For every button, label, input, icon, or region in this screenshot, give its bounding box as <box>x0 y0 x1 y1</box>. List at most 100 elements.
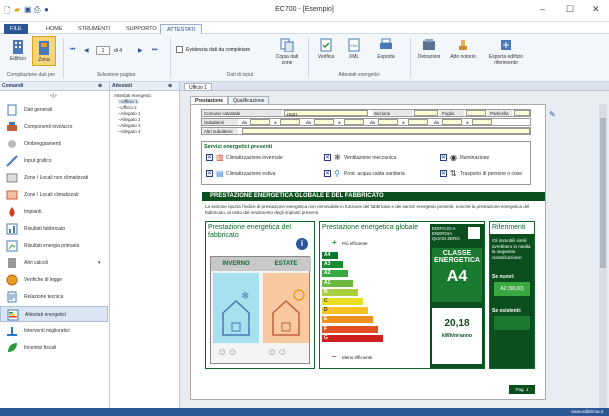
components-icon <box>7 122 17 131</box>
last-page-icon[interactable]: ⏭ <box>152 47 157 54</box>
chevron-down-icon: ▾ <box>98 260 101 266</box>
vertical-scrollbar[interactable] <box>599 104 607 408</box>
menu-attestati[interactable]: ATTESTATI <box>160 24 203 34</box>
stamp-icon <box>459 40 467 50</box>
page-number: Pag. 1 <box>509 385 535 394</box>
copia-dati-button[interactable]: Copia dati zone <box>272 38 302 66</box>
nav-zone-climatizzati[interactable]: Zone / Locali climatizzati <box>0 187 108 203</box>
comune-input[interactable]: H501 <box>284 110 368 117</box>
global-performance-box: Prestazione energetica globale + Più eff… <box>319 221 485 369</box>
energy-class-scale: A4 A3 A2 A1 B C D E F G <box>322 252 426 346</box>
info-icon[interactable]: i <box>296 238 308 250</box>
esporta-edificio-button[interactable]: Esporta edificio riferimento <box>484 38 528 66</box>
summer-house-icon <box>263 273 309 343</box>
tree-node-allegato-1[interactable]: –Allegato 1 <box>118 111 141 116</box>
servizio-checkbox-invernale[interactable]: ✕ <box>206 154 213 161</box>
subalterni-row: Subalterni da a da a da a da a <box>201 118 531 126</box>
nav-attestati[interactable]: Attestati energetici <box>0 306 108 322</box>
tree-header: Attestati ⊕ <box>110 82 179 91</box>
commands-header: Comandi ⊕ <box>0 82 109 91</box>
improvements-icon <box>7 327 17 336</box>
window-title: EC700 - [Esempio] <box>275 6 334 13</box>
first-page-icon[interactable]: ⏮ <box>70 47 75 54</box>
servizio-checkbox-ventilazione[interactable]: ✕ <box>324 154 331 161</box>
fan-icon: ❋ <box>334 153 341 162</box>
smiley-icon: ☺☺ <box>217 347 238 358</box>
tab-qualificazione[interactable]: Qualificazione <box>228 96 270 104</box>
calculator-icon <box>8 258 16 268</box>
esporta-button[interactable]: Esporta <box>372 38 400 60</box>
servizio-checkbox-acqua[interactable]: ✕ <box>324 170 331 177</box>
minimize-icon[interactable]: – <box>540 4 545 14</box>
tree-node-ufficio-1[interactable]: –Ufficio 1 <box>118 99 139 104</box>
menu-file[interactable]: FILE <box>4 24 28 34</box>
document-tab[interactable]: Ufficio 1 <box>184 83 212 91</box>
nav-relazione[interactable]: Relazione tecnica <box>0 289 108 305</box>
tree-node-allegato-4[interactable]: –Allegato 4 <box>118 129 141 134</box>
menu-home[interactable]: HOME <box>40 24 69 34</box>
nav-zone-non-climatizzati[interactable]: Zone / Locali non climatizzati <box>0 170 108 186</box>
edificio-button[interactable]: Edificio <box>6 38 30 62</box>
tab-prestazione[interactable]: Prestazione <box>190 96 229 104</box>
document-icon <box>7 104 17 116</box>
nav-impianti[interactable]: Impianti <box>0 204 108 220</box>
servizio-checkbox-estiva[interactable]: ✕ <box>206 170 213 177</box>
nav-interventi[interactable]: Interventi migliorativi <box>0 323 108 339</box>
energy-class-bar-b: B <box>322 288 358 296</box>
prev-page-icon[interactable]: ◀ <box>84 47 89 54</box>
nav-dati-generali[interactable]: Dati generali <box>0 102 108 118</box>
detrazioni-button[interactable]: Detrazioni <box>414 38 444 60</box>
scrollbar-thumb[interactable] <box>600 118 606 268</box>
energy-class-bar-f: F <box>322 325 378 333</box>
nav-ombreggiamenti[interactable]: Ombreggiamenti <box>0 136 108 152</box>
edit-icon[interactable]: ✎ <box>549 110 556 119</box>
tree-node-allegato-3[interactable]: –Allegato 3 <box>118 123 141 128</box>
sezione-input[interactable] <box>414 110 438 116</box>
tree-node-ufficio-2[interactable]: –Ufficio 2 <box>118 105 137 110</box>
foglio-input[interactable] <box>466 110 486 116</box>
section-description: La sezione riporta l'indice di prestazio… <box>205 204 530 215</box>
atto-notorio-button[interactable]: Atto notorio <box>448 38 478 60</box>
report-icon <box>7 291 17 303</box>
nav-risultati-energia[interactable]: Risultati energia primaria <box>0 238 108 254</box>
page-input[interactable]: 1 <box>96 46 110 55</box>
nav-risultati-fabbricato[interactable]: Risultati fabbricato <box>0 221 108 237</box>
close-icon[interactable]: ✕ <box>592 4 600 15</box>
energy-class-bar-e: E <box>322 316 373 324</box>
plus-icon: + <box>332 238 337 247</box>
evidenzia-checkbox[interactable] <box>176 46 183 53</box>
se-nuovi-value: A2 (58,00) <box>494 282 530 296</box>
particella-input[interactable] <box>514 110 530 116</box>
verifica-button[interactable]: Verifica <box>314 38 338 60</box>
pin-icon[interactable]: ⊕ <box>168 82 172 91</box>
tree-root[interactable]: Attestati energetici <box>114 93 151 98</box>
copy-icon <box>280 38 294 52</box>
nav-verifiche[interactable]: Verifiche di legge <box>0 272 108 288</box>
collapse-icon[interactable]: «|» <box>50 93 57 99</box>
next-page-icon[interactable]: ▶ <box>138 47 143 54</box>
zona-button[interactable]: Zona <box>32 36 56 66</box>
nav-input-grafico[interactable]: Input grafico <box>0 153 108 169</box>
maximize-icon[interactable]: ☐ <box>566 4 574 15</box>
nzeb-checkbox[interactable] <box>468 227 480 239</box>
building-performance-box: Prestazione energetica del fabbricato i … <box>205 221 315 369</box>
check-document-icon <box>320 38 332 52</box>
law-seal-icon <box>6 274 18 286</box>
menu-supporto[interactable]: SUPPORTO <box>120 24 163 34</box>
minus-icon: – <box>332 352 337 361</box>
nav-incentivi[interactable]: Incentivi fiscali <box>0 340 108 356</box>
nav-altri-calcoli[interactable]: Altri calcoli ▾ <box>0 255 108 271</box>
certificate-icon <box>7 309 19 321</box>
energy-class-result: EDIFICIO A ENERGIA QUASI ZERO CLASSE ENE… <box>430 224 484 368</box>
tree-node-allegato-2[interactable]: –Allegato 2 <box>118 117 141 122</box>
nav-componenti[interactable]: Componenti involucro <box>0 119 108 135</box>
altri-subalterni-input[interactable] <box>242 128 530 134</box>
servizi-box: Servizi energetici presenti ✕ ▥ Climatiz… <box>201 141 531 185</box>
servizio-checkbox-illuminazione[interactable]: ✕ <box>440 154 447 161</box>
energy-class-bar-a4: A4 <box>322 252 338 259</box>
menu-strumenti[interactable]: STRUMENTI <box>72 24 116 34</box>
servizio-checkbox-trasporto[interactable]: ✕ <box>440 170 447 177</box>
xml-button[interactable]: XML XML <box>342 38 366 60</box>
menu-bar: FILE HOME STRUMENTI SUPPORTO ATTESTATI <box>0 22 609 34</box>
pin-icon[interactable]: ⊕ <box>98 82 102 91</box>
